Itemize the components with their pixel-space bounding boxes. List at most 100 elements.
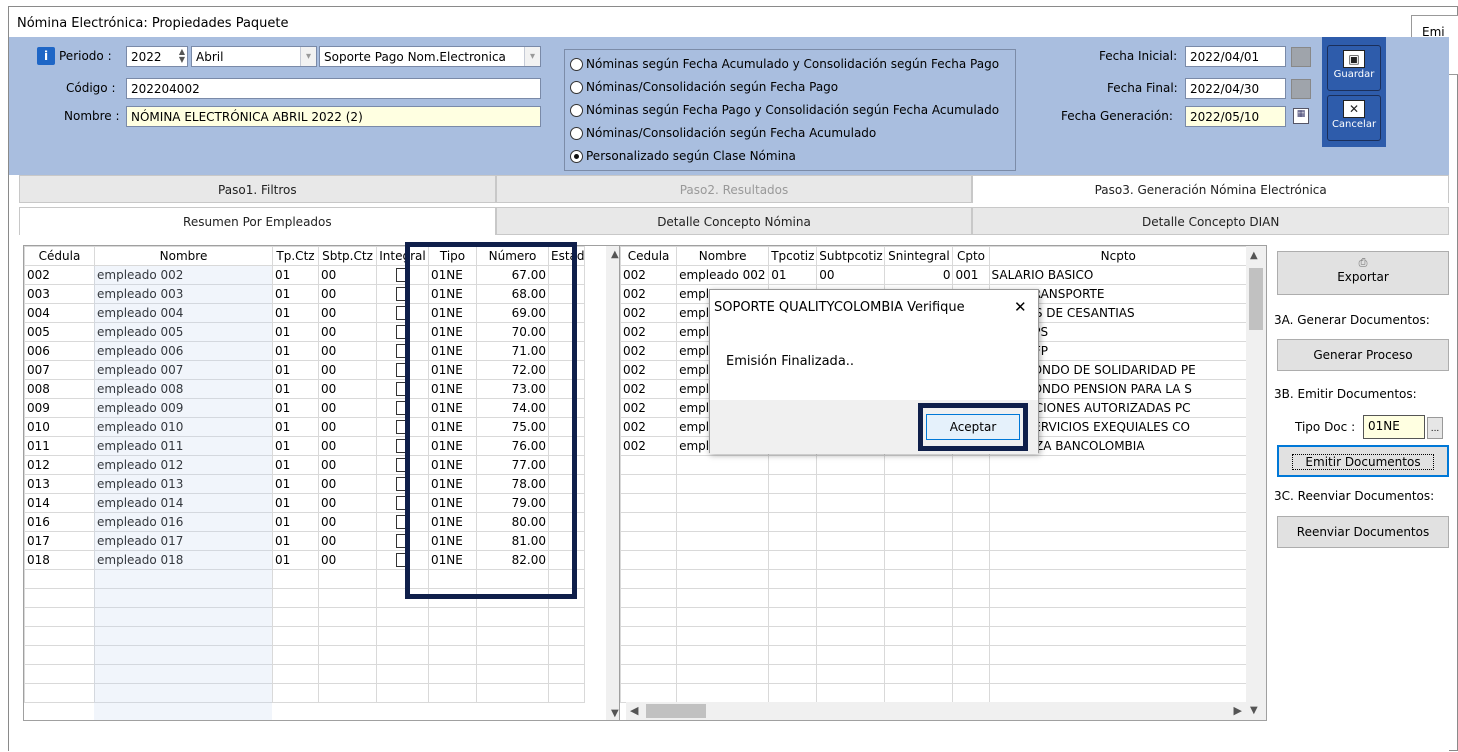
table-cell: 01 [272,303,319,323]
table-cell [620,455,678,475]
calendar-button[interactable] [1291,79,1311,99]
calendar-icon[interactable]: ▦ [1293,108,1309,124]
table-cell: 017 [24,531,95,551]
table-cell [376,607,429,627]
table-cell [768,474,818,494]
vertical-scrollbar[interactable]: ▲ ▼ [1246,246,1266,720]
table-cell: SALARIO BASICO [988,265,1249,285]
column-header[interactable]: Snintegral [884,246,954,266]
table-cell [548,683,585,703]
column-header[interactable]: Tpcotiz [768,246,818,266]
exportar-button[interactable]: ⎙ Exportar [1277,251,1449,295]
radio-option[interactable]: Nóminas según Fecha Pago y Consolidación… [570,103,999,117]
column-header[interactable]: Tp.Ctz [272,246,319,266]
tipo-doc-field[interactable]: 01NE [1363,415,1425,439]
table-cell: 00 [318,398,377,418]
table-cell [816,474,886,494]
table-cell: empleado 008 [94,379,273,399]
month-select[interactable]: Abril ▾ [191,46,317,67]
table-cell: 01 [272,493,319,513]
close-icon[interactable]: ✕ [1014,298,1027,316]
table-cell [24,645,95,665]
dialog-message: Emisión Finalizada.. [726,354,855,369]
column-header[interactable]: Nombre [94,246,273,266]
calendar-button[interactable] [1291,47,1311,67]
table-cell: 013 [24,474,95,494]
soporte-select[interactable]: Soporte Pago Nom.Electronica ▾ [319,46,541,67]
aceptar-button[interactable]: Aceptar [926,414,1020,440]
table-cell [816,645,886,665]
table-cell [676,550,770,570]
table-cell: 00 [318,303,377,323]
table-cell [988,664,1249,684]
table-row[interactable]: 002 empleado 002 01 00 0 001 SALARIO BASICO [620,265,1249,285]
table-cell [428,683,477,703]
empty-row [620,626,1249,646]
table-cell [272,607,319,627]
table-cell [952,569,990,589]
column-header[interactable]: Cédula [24,246,95,266]
table-cell: 007 [24,360,95,380]
table-cell: 01 [272,512,319,532]
tab-paso2[interactable]: Paso2. Resultados [495,175,973,203]
table-cell [816,569,886,589]
year-spinner[interactable]: 2022 ▲ ▼ [126,46,188,67]
radio-option[interactable]: Nóminas/Consolidación según Fecha Acumul… [570,126,876,140]
horizontal-scrollbar[interactable]: ◀ ▶ [626,702,1246,720]
table-cell [318,569,377,589]
table-cell [94,664,273,684]
reenviar-documentos-button[interactable]: Reenviar Documentos [1277,516,1449,548]
column-header[interactable]: Ncpto [988,246,1249,266]
table-cell [548,664,585,684]
column-header[interactable]: Subtpcotiz [816,246,886,266]
fecha-inicial-label: Fecha Inicial: [1099,49,1178,63]
generate-docs-label: 3A. Generar Documentos: [1274,313,1430,327]
column-header[interactable]: Cedula [620,246,678,266]
column-header[interactable]: Cpto [952,246,990,266]
lookup-button[interactable]: ... [1427,417,1443,439]
fecha-final-field[interactable]: 2022/04/30 [1185,78,1286,99]
tab-detalle-dian[interactable]: Detalle Concepto DIAN [972,207,1450,235]
tab-paso1[interactable]: Paso1. Filtros [19,175,496,203]
table-cell: 00 [318,322,377,342]
empty-row [24,645,585,665]
nombre-label: Nombre : [64,109,120,123]
table-cell [884,474,954,494]
table-cell: 01 [272,379,319,399]
table-cell [884,645,954,665]
radio-option-selected[interactable]: Personalizado según Clase Nómina [570,149,796,163]
table-cell [816,512,886,532]
table-cell: 009 [24,398,95,418]
tab-paso3[interactable]: Paso3. Generación Nómina Electrónica [972,175,1450,203]
cancelar-button[interactable]: ✕ Cancelar [1327,95,1381,141]
table-cell [952,493,990,513]
table-cell: 018 [24,550,95,570]
table-cell: 01 [272,417,319,437]
table-cell: 003 [24,284,95,304]
criteria-radio-group: Nóminas según Fecha Acumulado y Consolid… [564,49,1016,171]
guardar-button[interactable]: ▣ Guardar [1327,45,1381,91]
table-cell [376,645,429,665]
table-cell: 002 [620,379,678,399]
table-cell [318,664,377,684]
tab-detalle-nomina[interactable]: Detalle Concepto Nómina [495,207,973,235]
column-header[interactable]: Sbtp.Ctz [318,246,377,266]
table-cell: 01 [272,284,319,304]
export-icon: ⎙ [1358,256,1368,269]
table-cell: empleado 003 [94,284,273,304]
table-cell [952,512,990,532]
table-cell [24,588,95,608]
emitir-documentos-button[interactable]: Emitir Documentos [1277,445,1449,477]
table-cell [24,607,95,627]
nombre-field[interactable]: NÓMINA ELECTRÓNICA ABRIL 2022 (2) [126,106,541,127]
table-cell [952,474,990,494]
fecha-inicial-field[interactable]: 2022/04/01 [1185,46,1286,67]
generar-proceso-button[interactable]: Generar Proceso [1277,339,1449,371]
radio-option[interactable]: Nóminas/Consolidación según Fecha Pago [570,80,838,94]
codigo-field[interactable]: 202204002 [126,78,541,99]
radio-option[interactable]: Nóminas según Fecha Acumulado y Consolid… [570,57,999,71]
column-header[interactable]: Nombre [676,246,770,266]
tab-resumen[interactable]: Resumen Por Empleados [19,207,496,235]
fecha-generacion-field[interactable]: 2022/05/10 [1185,106,1286,127]
table-cell [952,455,990,475]
